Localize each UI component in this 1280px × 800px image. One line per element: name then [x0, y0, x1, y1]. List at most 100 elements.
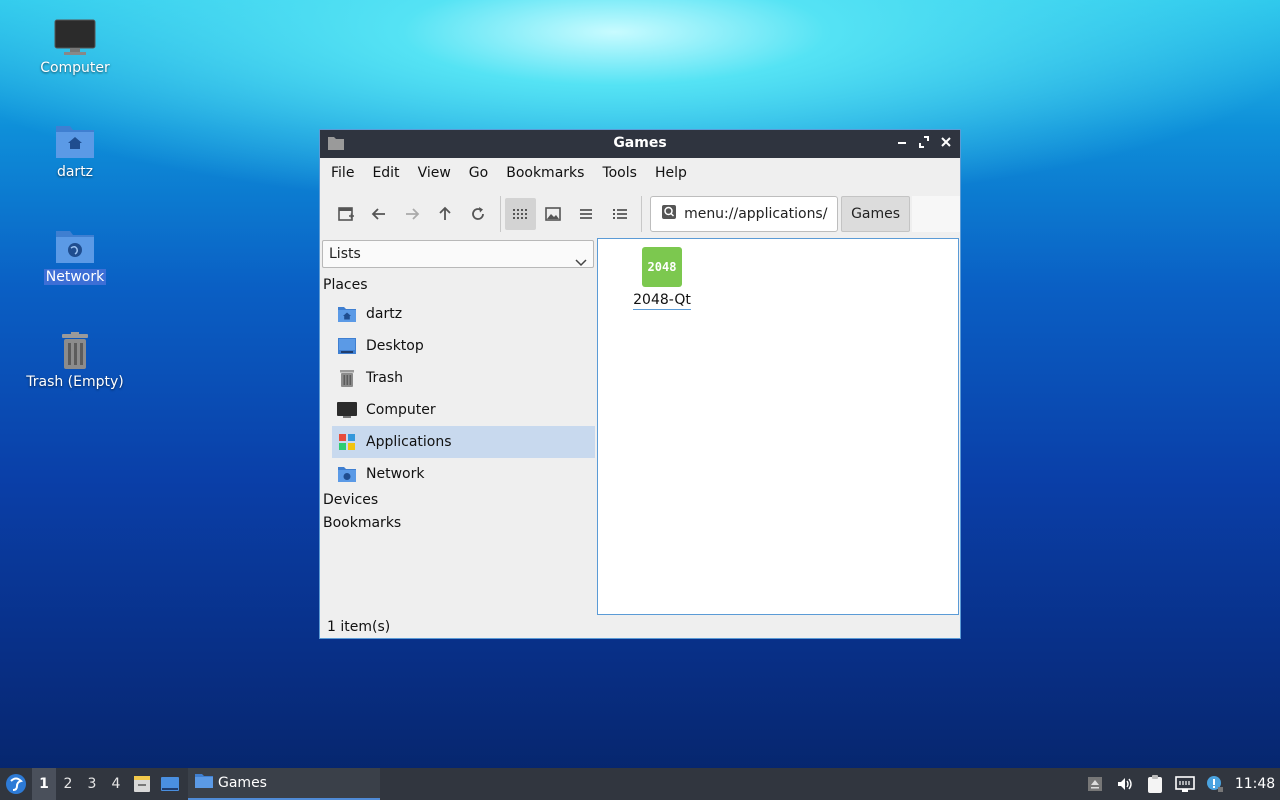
tray-network[interactable] [1170, 768, 1200, 800]
desktop-icon-label: dartz [56, 164, 94, 180]
computer-icon [336, 399, 358, 421]
list-icon [580, 209, 593, 219]
breadcrumb-games[interactable]: Games [841, 196, 911, 232]
menu-bookmarks[interactable]: Bookmarks [500, 165, 590, 181]
taskbar: 1 2 3 4 Games 11:48 [0, 768, 1280, 800]
arrow-left-icon [371, 208, 385, 220]
workspace-1[interactable]: 1 [32, 768, 56, 800]
workspace-3[interactable]: 3 [80, 768, 104, 800]
places-header: Places [323, 277, 368, 293]
desktop-icon-computer[interactable]: Computer [15, 18, 135, 76]
task-label: Games [218, 775, 267, 791]
breadcrumb-empty [912, 196, 961, 232]
sidebar-item-label: Desktop [366, 338, 424, 354]
close-button[interactable] [938, 134, 954, 152]
thumbnail-view-button[interactable] [538, 198, 569, 230]
trash-icon [62, 332, 88, 369]
menu-view[interactable]: View [412, 165, 457, 181]
maximize-icon [919, 136, 929, 148]
minimize-button[interactable] [894, 134, 910, 152]
path-entry[interactable]: menu://applications/ [650, 196, 839, 232]
status-bar: 1 item(s) [327, 619, 391, 635]
network-folder-icon [56, 231, 94, 263]
new-tab-icon [337, 207, 354, 221]
reload-button[interactable] [463, 198, 494, 230]
toolbar-separator [499, 196, 501, 232]
sidebar-item-desktop[interactable]: Desktop [332, 330, 595, 362]
toolbar: menu://applications/ Games [320, 188, 961, 240]
clock[interactable]: 11:48 [1230, 776, 1280, 792]
desktop-icon [336, 335, 358, 357]
reload-icon [472, 207, 484, 220]
chevron-down-icon [575, 250, 587, 276]
tray-updates[interactable] [1200, 768, 1230, 800]
toolbar-separator [641, 196, 643, 232]
sidebar-item-network[interactable]: Network [332, 458, 595, 490]
sidebar-item-label: Computer [366, 402, 436, 418]
update-notifier-icon [1207, 776, 1223, 792]
clipboard-icon [1148, 775, 1162, 793]
desktop-icon-dartz[interactable]: dartz [15, 122, 135, 180]
close-icon [941, 137, 951, 147]
desktop-icon [161, 777, 179, 791]
quicklaunch-show-desktop[interactable] [156, 768, 184, 800]
file-item[interactable]: 2048 2048-Qt [628, 247, 696, 310]
menu-help[interactable]: Help [649, 165, 693, 181]
tray-volume[interactable] [1110, 768, 1140, 800]
tray-eject[interactable] [1080, 768, 1110, 800]
image-icon [545, 207, 562, 221]
compact-view-button[interactable] [571, 198, 602, 230]
folder-icon [194, 773, 214, 793]
computer-icon [54, 19, 96, 55]
app-2048-icon: 2048 [642, 247, 682, 287]
network-icon [1175, 776, 1195, 792]
menu-file[interactable]: File [325, 165, 360, 181]
sidebar-item-dartz[interactable]: dartz [332, 298, 595, 330]
menubar: File Edit View Go Bookmarks Tools Help [320, 158, 960, 188]
bookmarks-header[interactable]: Bookmarks [323, 515, 401, 531]
desktop-icon-label: Computer [40, 60, 110, 76]
file-name: 2048-Qt [633, 292, 691, 310]
system-tray: 11:48 [1080, 768, 1280, 800]
sidebar-item-label: Network [366, 466, 425, 482]
workspace-2[interactable]: 2 [56, 768, 80, 800]
tray-clipboard[interactable] [1140, 768, 1170, 800]
sidebar-item-label: Trash [366, 370, 403, 386]
grid-icon [513, 209, 528, 219]
sidebar-mode-select[interactable]: Lists [322, 240, 594, 268]
sidebar: Lists Places dartz Desktop Trash Compute… [320, 240, 596, 615]
menu-edit[interactable]: Edit [366, 165, 405, 181]
sidebar-item-applications[interactable]: Applications [332, 426, 595, 458]
detailed-view-button[interactable] [604, 198, 635, 230]
desktop-icon-label: Trash (Empty) [26, 374, 124, 390]
sidebar-item-label: Applications [366, 434, 452, 450]
volume-icon [1118, 778, 1132, 790]
menu-tools[interactable]: Tools [596, 165, 643, 181]
up-button[interactable] [429, 198, 460, 230]
icon-view-button[interactable] [504, 198, 536, 230]
desktop-icon-trash[interactable]: Trash (Empty) [15, 332, 135, 390]
home-folder-icon [336, 303, 358, 325]
desktop-icon-network[interactable]: Network [15, 227, 135, 285]
menu-go[interactable]: Go [463, 165, 494, 181]
applications-icon [336, 431, 358, 453]
task-button-games[interactable]: Games [188, 768, 380, 800]
detailed-list-icon [612, 209, 627, 219]
path-entry-text: menu://applications/ [684, 206, 828, 222]
start-menu-icon [6, 774, 26, 794]
titlebar[interactable]: Games [320, 130, 960, 158]
start-menu-button[interactable] [0, 768, 32, 800]
maximize-button[interactable] [916, 134, 932, 152]
workspace-4[interactable]: 4 [104, 768, 128, 800]
devices-header[interactable]: Devices [323, 492, 378, 508]
forward-button[interactable] [396, 198, 427, 230]
arrow-right-icon [405, 208, 420, 220]
sidebar-item-trash[interactable]: Trash [332, 362, 595, 394]
new-tab-button[interactable] [330, 198, 361, 230]
file-view[interactable]: 2048 2048-Qt [597, 238, 959, 615]
arrow-up-icon [439, 206, 451, 220]
sidebar-item-computer[interactable]: Computer [332, 394, 595, 426]
window-title: Games [613, 135, 667, 151]
back-button[interactable] [363, 198, 394, 230]
quicklaunch-file-manager[interactable] [128, 768, 156, 800]
